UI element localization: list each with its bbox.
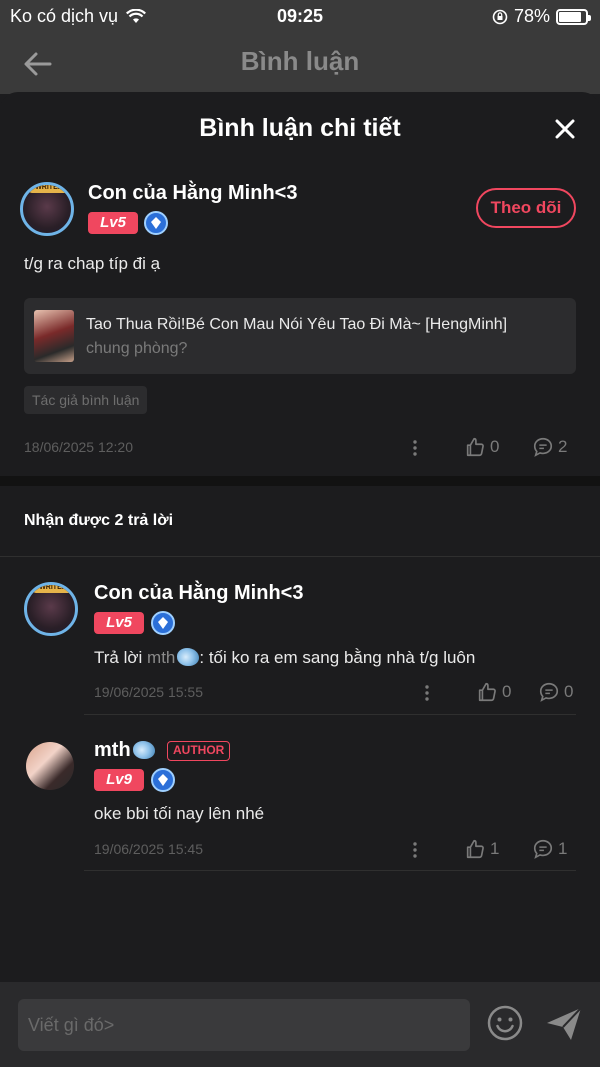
reply-prefix: Trả lời <box>94 648 148 667</box>
level-badge: Lv9 <box>94 769 144 791</box>
reply-avatar[interactable]: WRITER <box>24 582 78 636</box>
diamond-icon <box>144 211 168 235</box>
level-badge: Lv5 <box>94 612 144 634</box>
send-icon[interactable] <box>544 1004 584 1044</box>
reply-text: Trả lời mth : tối ko ra em sang bằng nhà … <box>94 648 475 668</box>
writer-frame-badge: WRITER <box>33 585 73 593</box>
reply-user-name[interactable]: mth <box>94 739 155 762</box>
thumbs-up-icon <box>466 437 484 457</box>
reply-count: 1 <box>558 839 568 858</box>
writer-frame-badge: WRITER <box>29 185 69 193</box>
cloud-emoji-icon <box>132 741 155 759</box>
more-options-icon[interactable] <box>424 684 430 702</box>
reply-avatar[interactable] <box>26 742 74 790</box>
top-nav-bar: Bình luận <box>0 34 600 94</box>
more-options-icon[interactable] <box>412 841 418 859</box>
author-comment-tag: Tác giả bình luận <box>24 386 148 414</box>
comment-user-name[interactable]: Con của Hằng Minh<3 <box>88 182 297 205</box>
book-cover <box>34 310 74 362</box>
status-right: 78% <box>492 6 591 27</box>
chat-bubble-icon <box>539 682 559 702</box>
like-button[interactable]: 1 <box>464 838 499 860</box>
divider <box>84 714 576 715</box>
like-button[interactable]: 0 <box>476 681 511 703</box>
emoji-icon[interactable] <box>486 1004 524 1042</box>
reply-button[interactable]: 2 <box>532 436 567 458</box>
orientation-lock-icon <box>492 9 508 24</box>
comment-date: 18/06/2025 12:20 <box>24 439 133 455</box>
comment-detail-sheet: Bình luận chi tiết WRITER Con của Hằng M… <box>0 92 600 1067</box>
battery-percent: 78% <box>513 6 550 26</box>
reply-button[interactable]: 1 <box>532 838 567 860</box>
like-count: 1 <box>490 839 500 858</box>
reply-date: 19/06/2025 15:45 <box>94 841 203 857</box>
more-options-icon[interactable] <box>412 439 418 457</box>
avatar[interactable]: WRITER <box>20 182 74 236</box>
comment-text: t/g ra chap típ đi ạ <box>24 254 161 273</box>
reply-date: 19/06/2025 15:55 <box>94 684 203 700</box>
reply-user-name-text: mth <box>94 739 131 761</box>
chat-bubble-icon <box>533 839 553 859</box>
reply-count: 0 <box>564 682 574 701</box>
battery-icon <box>556 8 591 25</box>
author-badge: AUTHOR <box>167 741 231 761</box>
book-title: Tao Thua Rồi!Bé Con Mau Nói Yêu Tao Đi M… <box>86 316 508 333</box>
mention-link[interactable]: mth <box>147 648 175 667</box>
section-divider <box>0 476 600 486</box>
thumbs-up-icon <box>466 839 484 859</box>
divider <box>84 870 576 871</box>
comment-input[interactable] <box>18 999 470 1051</box>
page-title: Bình luận <box>240 46 360 76</box>
level-badge: Lv5 <box>88 212 138 234</box>
close-icon[interactable] <box>552 116 578 142</box>
reply-body: : tối ko ra em sang bằng nhà t/g luôn <box>199 648 476 667</box>
book-subtitle: chung phòng? <box>86 340 188 357</box>
diamond-icon <box>151 768 175 792</box>
sheet-title: Bình luận chi tiết <box>199 114 401 142</box>
status-bar: Ko có dịch vụ 09:25 78% <box>0 0 600 34</box>
follow-button[interactable]: Theo dõi <box>476 188 576 228</box>
reply-count: 2 <box>558 437 568 456</box>
thumbs-up-icon <box>478 682 496 702</box>
replies-count-label: Nhận được 2 trả lời <box>24 512 174 529</box>
like-count: 0 <box>490 437 500 456</box>
like-button[interactable]: 0 <box>464 436 499 458</box>
comment-composer <box>0 982 600 1067</box>
reply-user-name[interactable]: Con của Hằng Minh<3 <box>94 582 303 605</box>
like-count: 0 <box>502 682 512 701</box>
reply-button[interactable]: 0 <box>538 681 573 703</box>
diamond-icon <box>151 611 175 635</box>
chat-bubble-icon <box>533 437 553 457</box>
reply-text: oke bbi tối nay lên nhé <box>94 804 265 823</box>
book-card[interactable]: Tao Thua Rồi!Bé Con Mau Nói Yêu Tao Đi M… <box>24 298 576 374</box>
divider <box>0 556 600 557</box>
cloud-emoji-icon <box>177 648 200 666</box>
